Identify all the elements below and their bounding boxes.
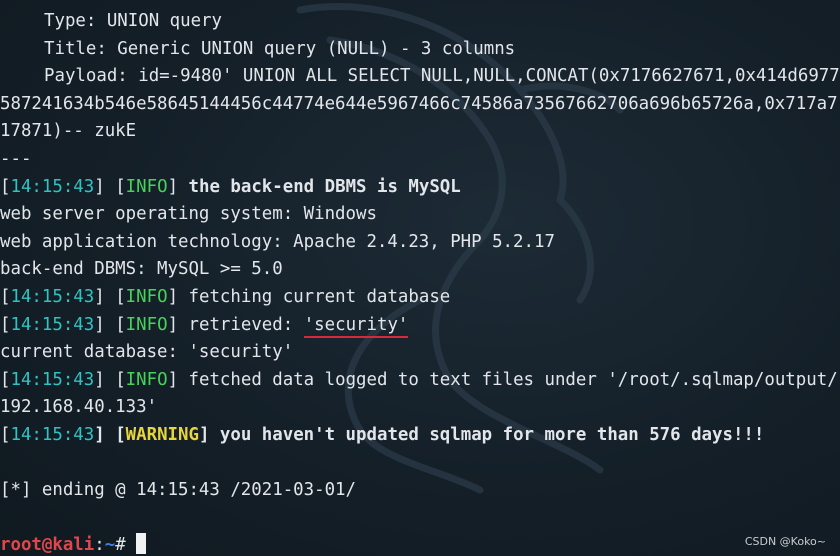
log-level: INFO [125, 314, 168, 335]
output-line-payload-end: 17871)-- zukE [0, 121, 137, 142]
prompt-path: ~ [104, 535, 116, 556]
output-separator: --- [0, 148, 32, 169]
log-timestamp: 14:15:43 [10, 424, 95, 445]
output-line-web-tech: web application technology: Apache 2.4.2… [0, 231, 555, 252]
prompt-user-host: root@kali [0, 535, 95, 556]
log-line-fetched-data: [14:15:43] [INFO] fetched data logged to… [0, 369, 838, 390]
log-timestamp: 14:15:43 [10, 369, 95, 390]
log-line-warning: [14:15:43] [WARNING] you haven't updated… [0, 424, 765, 445]
output-line-payload-cont: 587241634b546e58645144456c44774e644e5967… [0, 93, 838, 114]
csdn-watermark: CSDN @Koko~ [744, 535, 826, 548]
log-message: retrieved: [188, 314, 304, 335]
log-message: you haven't updated sqlmap for more than… [219, 424, 765, 445]
retrieved-database-highlight: 'security' [303, 314, 409, 338]
output-line-web-os: web server operating system: Windows [0, 204, 377, 225]
output-blank [0, 505, 840, 533]
output-line-output-ip: 192.168.40.133' [0, 397, 158, 418]
log-level: INFO [125, 176, 168, 197]
text-cursor[interactable] [136, 533, 147, 555]
output-line-dbms-version: back-end DBMS: MySQL >= 5.0 [0, 259, 283, 280]
log-message: fetching current database [188, 286, 451, 307]
log-line-dbms: [14:15:43] [INFO] the back-end DBMS is M… [0, 176, 461, 197]
terminal-output: Type: UNION query Title: Generic UNION q… [0, 8, 840, 556]
prompt-separator: : [94, 535, 105, 556]
output-line-type: Type: UNION query [44, 11, 222, 31]
output-blank [0, 450, 840, 478]
log-line-fetching-db: [14:15:43] [INFO] fetching current datab… [0, 286, 451, 307]
log-level: INFO [125, 369, 168, 390]
log-line-retrieved: [14:15:43] [INFO] retrieved: 'security' [0, 312, 840, 340]
output-line-current-db: current database: 'security' [0, 342, 294, 363]
prompt-symbol: # [115, 535, 137, 556]
log-message: fetched data logged to text files under … [188, 369, 838, 390]
shell-prompt[interactable]: root@kali:~# [0, 532, 840, 556]
output-line-title: Title: Generic UNION query (NULL) - 3 co… [44, 38, 516, 59]
log-timestamp: 14:15:43 [10, 176, 95, 197]
output-line-ending: [*] ending @ 14:15:43 /2021-03-01/ [0, 480, 356, 501]
log-level: INFO [125, 286, 168, 307]
log-timestamp: 14:15:43 [10, 314, 95, 335]
log-timestamp: 14:15:43 [10, 286, 95, 307]
output-line-payload: Payload: id=-9480' UNION ALL SELECT NULL… [44, 66, 840, 87]
log-level-warning: WARNING [125, 424, 199, 445]
terminal-window[interactable]: Type: UNION query Title: Generic UNION q… [0, 0, 840, 556]
log-message: the back-end DBMS is MySQL [188, 176, 461, 197]
